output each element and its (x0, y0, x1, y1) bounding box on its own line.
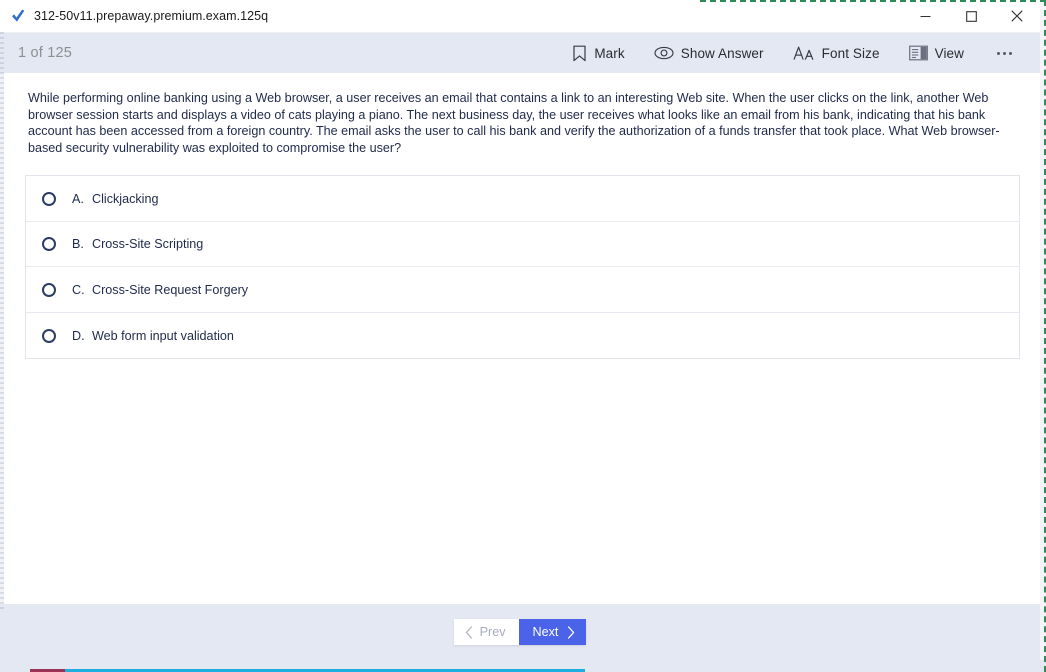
background-window-right-sliver (1040, 0, 1046, 672)
bookmark-icon (573, 45, 586, 61)
close-icon (1011, 10, 1023, 22)
title-bar[interactable]: 312-50v11.prepaway.premium.exam.125q (0, 0, 1040, 33)
option-letter-d: D. (72, 328, 85, 343)
option-row-c[interactable]: C. Cross-Site Request Forgery (26, 267, 1019, 313)
show-answer-button[interactable]: Show Answer (645, 42, 773, 65)
more-options-icon-dot3 (1009, 51, 1012, 55)
chevron-left-icon (465, 625, 472, 639)
option-row-d[interactable]: D. Web form input validation (26, 313, 1019, 359)
option-row-b[interactable]: B. Cross-Site Scripting (26, 222, 1019, 268)
answer-options-list: A. Clickjacking B. Cross-Site Scripting … (25, 175, 1020, 360)
navigation-footer: Prev Next (0, 604, 1040, 660)
window-controls (902, 0, 1040, 32)
option-text-b: Cross-Site Scripting (92, 237, 204, 252)
minimize-icon (920, 15, 930, 17)
navigation-button-group: Prev Next (453, 619, 587, 645)
close-button[interactable] (994, 0, 1040, 32)
maximize-button[interactable] (948, 0, 994, 32)
mark-button[interactable]: Mark (563, 41, 633, 66)
option-text-c: Cross-Site Request Forgery (92, 282, 249, 297)
toolbar: 1 of 125 Mark Show Answer Font Size View (0, 33, 1040, 73)
view-layout-icon (908, 45, 928, 61)
next-button[interactable]: Next (518, 619, 587, 645)
question-content-area: While performing online banking using a … (0, 73, 1040, 604)
radio-button-b[interactable] (42, 237, 56, 252)
view-label: View (934, 45, 964, 61)
prev-label: Prev (479, 625, 506, 639)
next-label: Next (532, 625, 559, 639)
option-letter-c: C. (72, 282, 85, 297)
option-letter-a: A. (72, 191, 84, 206)
option-text-a: Clickjacking (92, 191, 159, 206)
blue-check-icon (12, 9, 25, 22)
more-options-button[interactable] (987, 44, 1022, 63)
font-size-button[interactable]: Font Size (784, 41, 889, 65)
question-text: While performing online banking using a … (28, 91, 1000, 155)
minimize-button[interactable] (902, 0, 948, 32)
question-counter: 1 of 125 (18, 45, 73, 61)
more-options-icon-dot2 (1003, 51, 1006, 55)
exam-simulator-window: 312-50v11.prepaway.premium.exam.125q 1 o… (0, 0, 1040, 660)
mark-label: Mark (594, 45, 625, 61)
view-button[interactable]: View (900, 41, 973, 65)
chevron-right-icon (568, 625, 575, 639)
eye-icon (654, 46, 674, 60)
font-size-icon (793, 46, 814, 60)
option-text-d: Web form input validation (92, 328, 234, 343)
option-letter-b: B. (72, 237, 84, 252)
maximize-icon (965, 10, 977, 22)
prev-button[interactable]: Prev (453, 619, 519, 645)
option-row-a[interactable]: A. Clickjacking (26, 176, 1019, 222)
radio-button-a[interactable] (42, 191, 56, 206)
show-answer-label: Show Answer (680, 45, 764, 61)
background-window-left-sliver (0, 32, 4, 612)
radio-button-d[interactable] (42, 328, 56, 343)
more-options-icon (997, 51, 1000, 55)
radio-button-c[interactable] (42, 282, 56, 297)
window-title: 312-50v11.prepaway.premium.exam.125q (34, 9, 269, 23)
font-size-label: Font Size (821, 45, 880, 61)
